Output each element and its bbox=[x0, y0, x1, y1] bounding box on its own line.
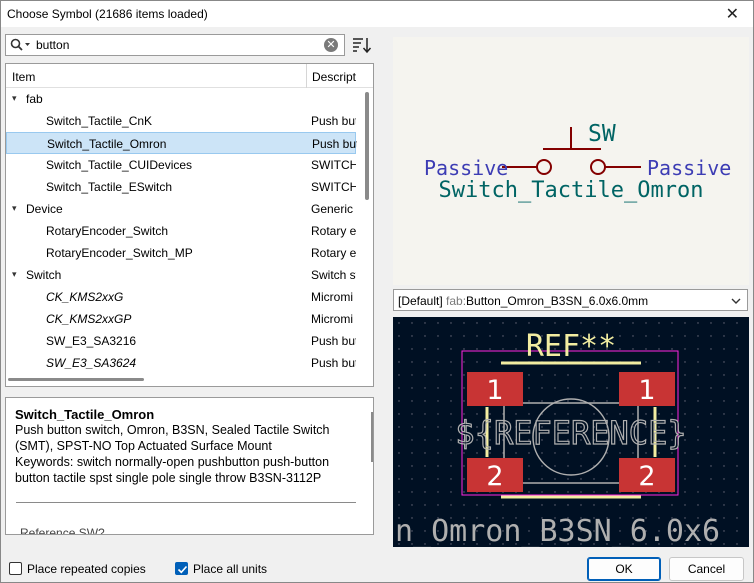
details-description: Push button switch, Omron, B3SN, Sealed … bbox=[15, 423, 330, 453]
sort-button[interactable] bbox=[349, 34, 373, 56]
pin-right-type: Passive bbox=[647, 156, 731, 180]
contact-right bbox=[590, 159, 606, 175]
tree-row-name: Device bbox=[26, 202, 63, 216]
tree-row-name: RotaryEncoder_Switch_MP bbox=[46, 246, 193, 260]
symbol-preview: SW Passive Passive Switch_Tactile_Omron bbox=[393, 37, 749, 285]
tree-row-name: CK_KMS2xxG bbox=[46, 290, 124, 304]
checkbox-label: Place all units bbox=[193, 562, 268, 576]
symbol-value: Switch_Tactile_Omron bbox=[439, 178, 704, 203]
column-header-description[interactable]: Descript bbox=[312, 70, 356, 84]
expand-chevron-icon[interactable]: ▾ bbox=[12, 269, 17, 280]
close-icon[interactable]: ✕ bbox=[726, 4, 739, 24]
footprint-select[interactable]: [Default] fab:Button_Omron_B3SN_6.0x6.0m… bbox=[393, 289, 748, 311]
symbol-reference: SW bbox=[588, 121, 616, 147]
tree-row[interactable]: RotaryEncoder_Switch Rotary er bbox=[6, 220, 356, 242]
scrollbar-thumb[interactable] bbox=[8, 378, 144, 381]
tree-row-description: SWITCH bbox=[311, 180, 356, 194]
tree-row[interactable]: RotaryEncoder_Switch_MP Rotary er bbox=[6, 242, 356, 264]
choose-symbol-dialog: Choose Symbol (21686 items loaded) ✕ ✕ I… bbox=[0, 0, 754, 583]
tree-row-description: Push but bbox=[312, 137, 357, 151]
tree-row[interactable]: Switch_Tactile_Omron Push but bbox=[6, 132, 357, 154]
tree-row-name: RotaryEncoder_Switch bbox=[46, 224, 169, 238]
tree-row-description: Micromi bbox=[311, 290, 353, 304]
tree-row-description: Generic s bbox=[311, 202, 356, 216]
expand-chevron-icon[interactable]: ▾ bbox=[12, 203, 17, 214]
tree-row-name: Switch_Tactile_CnK bbox=[46, 114, 153, 128]
search-input[interactable] bbox=[36, 37, 316, 53]
tree-header: Item Descript bbox=[6, 64, 373, 88]
window-title: Choose Symbol (21686 items loaded) bbox=[7, 7, 208, 21]
tree-row-description: Push but bbox=[311, 356, 356, 370]
pin-left-type: Passive bbox=[424, 156, 508, 180]
tree-row-name: SW_E3_SA3624 bbox=[46, 356, 137, 370]
tree-row-description: SWITCH bbox=[311, 158, 356, 172]
details-keywords: Keywords: switch normally-open pushbutto… bbox=[15, 455, 330, 485]
footprint-selected-value: [Default] fab:Button_Omron_B3SN_6.0x6.0m… bbox=[398, 294, 649, 308]
details-scrollbar[interactable] bbox=[371, 412, 373, 462]
pad-label: 2 bbox=[638, 461, 655, 492]
scrollbar-thumb[interactable] bbox=[365, 92, 369, 200]
tree-row[interactable]: Switch_Tactile_ESwitch SWITCH bbox=[6, 176, 356, 198]
tree-row-description: Push but bbox=[311, 334, 356, 348]
tree-row-name: Switch_Tactile_CUIDevices bbox=[46, 158, 193, 172]
checkbox-box[interactable] bbox=[9, 562, 22, 575]
tree-row-description: Switch sy bbox=[311, 268, 356, 282]
tree-group-row[interactable]: ▾ Switch Switch sy bbox=[6, 264, 356, 286]
details-reference: Reference SW? bbox=[20, 526, 105, 535]
tree-row[interactable]: CK_KMS2xxGP Micromi bbox=[6, 308, 356, 330]
footprint-reference-field: ${REFERENCE} bbox=[455, 414, 686, 452]
tree-group-row[interactable]: ▾ Device Generic s bbox=[6, 198, 356, 220]
tree-row-description: Micromi bbox=[311, 312, 353, 326]
symbol-details-panel: Switch_Tactile_Omron Push button switch,… bbox=[5, 397, 374, 535]
expand-chevron-icon[interactable]: ▾ bbox=[12, 93, 17, 104]
tree-row-name: Switch_Tactile_Omron bbox=[47, 137, 167, 151]
tree-row-description: Rotary er bbox=[311, 246, 356, 260]
chevron-down-icon[interactable] bbox=[731, 295, 741, 309]
tree-row[interactable]: Switch_Tactile_CUIDevices SWITCH bbox=[6, 154, 356, 176]
ok-button[interactable]: OK bbox=[587, 557, 661, 581]
footprint-ref: REF** bbox=[526, 329, 616, 364]
tree-row-name: Switch bbox=[26, 268, 62, 282]
title-bar: Choose Symbol (21686 items loaded) ✕ bbox=[1, 1, 753, 27]
checkbox-box[interactable] bbox=[175, 562, 188, 575]
checkbox-label: Place repeated copies bbox=[27, 562, 146, 576]
tree-row-name: Switch_Tactile_ESwitch bbox=[46, 180, 173, 194]
search-box[interactable]: ✕ bbox=[5, 34, 345, 56]
tree-row-name: fab bbox=[26, 92, 43, 106]
tree-horizontal-scrollbar[interactable] bbox=[6, 376, 362, 386]
tree-row-name: CK_KMS2xxGP bbox=[46, 312, 132, 326]
symbol-tree[interactable]: Item Descript ▾ fab Switch_Tactile_CnK Push… bbox=[5, 63, 374, 387]
search-icon[interactable] bbox=[10, 38, 32, 55]
pad-label: 1 bbox=[638, 375, 655, 406]
footprint-preview: 1 1 2 2 REF** ${REFERENCE} n_Omron_B3SN_… bbox=[393, 317, 749, 547]
column-header-item[interactable]: Item bbox=[12, 70, 35, 84]
tree-row[interactable]: SW_E3_SA3216 Push but bbox=[6, 330, 356, 352]
checkmark-icon bbox=[177, 565, 188, 574]
tree-row[interactable]: CK_KMS2xxG Micromi bbox=[6, 286, 356, 308]
tree-group-row[interactable]: ▾ fab bbox=[6, 88, 356, 110]
sort-icon bbox=[353, 38, 372, 54]
pad-label: 1 bbox=[486, 375, 503, 406]
tree-row-name: SW_E3_SA3216 bbox=[46, 334, 137, 348]
tree-row[interactable]: SW_E3_SA3624 Push but bbox=[6, 352, 356, 374]
details-symbol-name: Switch_Tactile_Omron bbox=[15, 407, 155, 422]
tree-row-description: Rotary er bbox=[311, 224, 356, 238]
cancel-button[interactable]: Cancel bbox=[669, 557, 744, 581]
tree-vertical-scrollbar[interactable] bbox=[362, 88, 373, 384]
tree-row[interactable]: Switch_Tactile_CnK Push but bbox=[6, 110, 356, 132]
clear-search-icon[interactable]: ✕ bbox=[324, 38, 338, 52]
contact-left bbox=[536, 159, 552, 175]
footprint-value: n_Omron_B3SN_6.0x6 bbox=[395, 514, 720, 547]
tree-row-description: Push but bbox=[311, 114, 356, 128]
divider bbox=[16, 502, 356, 503]
pad-label: 2 bbox=[486, 461, 503, 492]
column-divider[interactable] bbox=[306, 64, 307, 88]
